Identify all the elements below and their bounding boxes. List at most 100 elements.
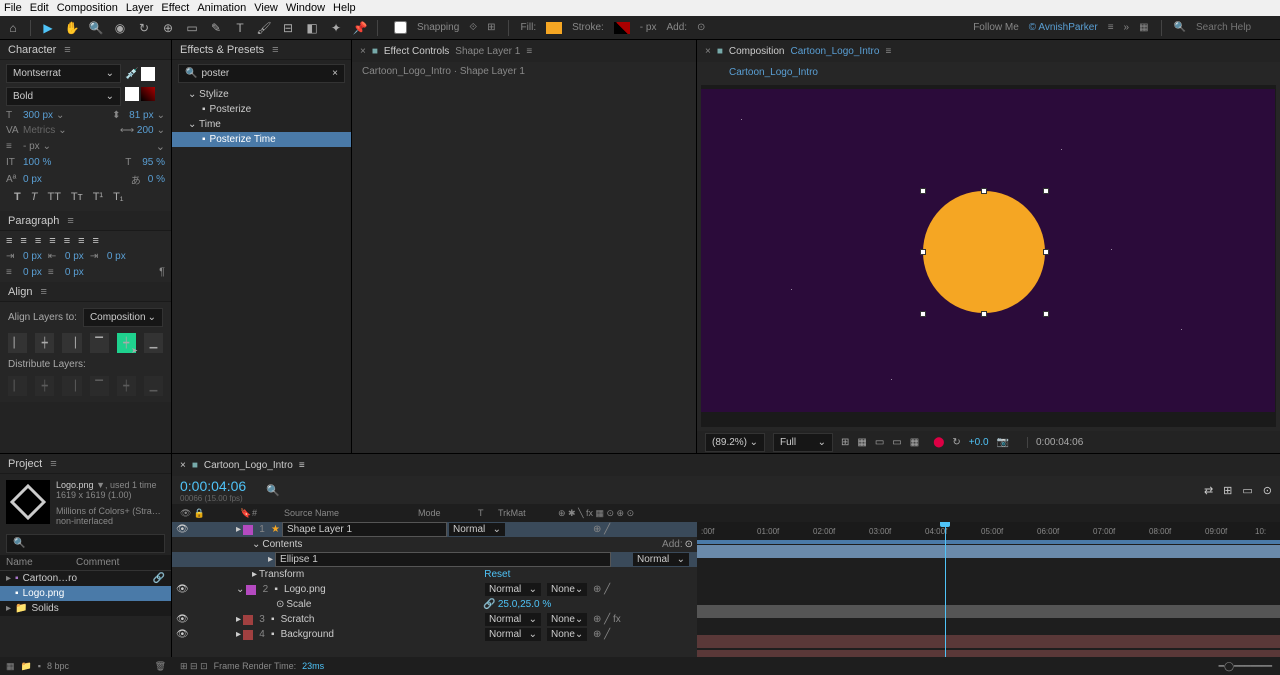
align-bottom-btn[interactable]: ▁ [144,333,163,353]
layer-1-mode[interactable]: Normal⌄ [449,523,505,536]
align-right-btn[interactable]: ▕ [62,333,81,353]
project-item-solids[interactable]: ▸📁Solids [0,601,171,616]
panel-icon[interactable]: ▦ [1139,22,1148,33]
menu-window[interactable]: Window [286,2,325,14]
hand-tool-icon[interactable]: ✋ [63,19,81,37]
text-fill-swatch[interactable] [125,87,139,101]
workspace-menu-icon[interactable]: ≡ [1108,22,1114,33]
leading-field[interactable]: 81 px [129,110,153,121]
layer-2-mode[interactable]: Normal⌄ [485,583,541,596]
layer-1-transform[interactable]: ▸TransformReset [172,567,697,582]
bold-toggle[interactable]: T [14,191,21,203]
menu-effect[interactable]: Effect [161,2,189,14]
stamp-tool-icon[interactable]: ⊟ [279,19,297,37]
indent-left[interactable]: 0 px [23,251,42,262]
layer-1-contents[interactable]: ⌄ContentsAdd:⊙ [172,537,697,552]
snap-icon[interactable]: ⟐ [469,22,477,33]
user-link[interactable]: © AvnishParker [1029,22,1098,33]
tracking-field[interactable]: 200 [137,125,154,136]
sel-handle-tr[interactable] [1043,188,1049,194]
selection-tool-icon[interactable]: ▶ [39,19,57,37]
font-size-field[interactable]: 300 px [23,110,53,121]
search-help-input[interactable] [1196,22,1276,33]
eraser-tool-icon[interactable]: ◧ [303,19,321,37]
composition-tab[interactable]: ×■ Composition Cartoon_Logo_Intro ≡ [697,40,1280,62]
project-item-comp[interactable]: ▸▪Cartoon…ro🔗 [0,571,171,586]
align-left-icon[interactable]: ≡ [6,235,12,247]
delete-icon[interactable]: 🗑 [155,661,166,672]
color-mgmt-icon[interactable]: ⬤ [933,437,944,448]
space-after[interactable]: 0 px [65,267,84,278]
justify-center-icon[interactable]: ≡ [64,235,70,247]
effects-panel-header[interactable]: Effects & Presets≡ [172,40,351,60]
menu-view[interactable]: View [254,2,278,14]
menu-help[interactable]: Help [333,2,356,14]
ellipse-mode[interactable]: Normal⌄ [633,553,689,566]
comp-breadcrumb[interactable]: Cartoon_Logo_Intro [721,64,1280,81]
interpret-icon[interactable]: ▦ [6,661,15,672]
text-stroke-swatch[interactable] [141,87,155,101]
tl-icon-4[interactable]: ⊙ [1263,484,1272,497]
rotate-tool-icon[interactable]: ↻ [135,19,153,37]
anchor-tool-icon[interactable]: ⊕ [159,19,177,37]
menu-animation[interactable]: Animation [197,2,246,14]
orbit-tool-icon[interactable]: ◉ [111,19,129,37]
region-icon[interactable]: ▭ [892,437,901,448]
justify-right-icon[interactable]: ≡ [78,235,84,247]
timeline-search[interactable]: 🔍 [266,484,280,497]
clear-search-icon[interactable]: × [332,68,338,79]
scale-value[interactable]: 25.0,25.0 % [498,599,551,610]
menu-layer[interactable]: Layer [126,2,154,14]
project-search[interactable]: 🔍 [6,534,165,553]
layer-3-mode[interactable]: Normal⌄ [485,613,541,626]
new-comp-icon[interactable]: ▪ [38,661,41,671]
time-ruler[interactable]: :00f01:00f02:00f03:00f04:00f05:00f06:00f… [697,522,1280,540]
align-right-icon[interactable]: ≡ [35,235,41,247]
snap-icon-2[interactable]: ⊞ [487,22,495,33]
menu-edit[interactable]: Edit [30,2,49,14]
pen-tool-icon[interactable]: ✎ [207,19,225,37]
zoom-tool-icon[interactable]: 🔍 [87,19,105,37]
snapshot-icon[interactable]: 📷 [997,437,1009,448]
subscript-toggle[interactable]: T₁ [113,191,123,203]
layer-2-scale[interactable]: ⊙Scale🔗25.0,25.0 % [172,597,697,612]
stroke-width-field[interactable]: - px [23,141,40,152]
toggle-switches-icon[interactable]: ⊞ ⊟ ⊡ [180,661,208,672]
align-left-btn[interactable]: ▏ [8,333,27,353]
home-icon[interactable]: ⌂ [4,19,22,37]
shape-ellipse[interactable] [923,191,1045,313]
sel-handle-bc[interactable] [981,311,987,317]
preview-time[interactable]: 0:00:04:06 [1027,437,1083,448]
project-item-logo[interactable]: ▸▪Logo.png [0,586,171,601]
indent-right[interactable]: 0 px [107,251,126,262]
add-icon[interactable]: ⊙ [685,539,693,550]
effects-cat-time[interactable]: ⌄ Time [172,117,351,132]
align-hcenter-btn[interactable]: ┿ [35,333,54,353]
sel-handle-mr[interactable] [1043,249,1049,255]
effects-cat-stylize[interactable]: ⌄ Stylize [172,87,351,102]
grid-icon[interactable]: ⊞ [841,437,849,448]
baseline-field[interactable]: 0 px [23,174,42,185]
zoom-slider[interactable]: ━◯━━━━━━━ [1219,661,1272,672]
align-panel-header[interactable]: Align≡ [0,282,171,302]
snapping-checkbox[interactable] [394,21,407,34]
text-tool-icon[interactable]: T [231,19,249,37]
reset-exposure-icon[interactable]: ↻ [952,437,960,448]
tl-icon-1[interactable]: ⇄ [1204,484,1213,497]
sel-handle-tl[interactable] [920,188,926,194]
layer-3-trk[interactable]: None⌄ [547,613,587,626]
add-dropdown-icon[interactable]: ⊙ [697,22,705,33]
kerning-field[interactable]: Metrics [23,125,55,136]
sel-handle-br[interactable] [1043,311,1049,317]
justify-all-icon[interactable]: ≡ [93,235,99,247]
effects-search-input[interactable]: 🔍 poster × [178,64,345,83]
layer-2-row[interactable]: 👁⌄ 2 ▪ Logo.png Normal⌄ None⌄ ⊕ ╱ [172,582,697,597]
mask-icon[interactable]: ▭ [875,437,884,448]
transparency-icon[interactable]: ▦ [910,437,919,448]
guides-icon[interactable]: ▦ [857,437,866,448]
current-timecode[interactable]: 0:00:04:06 [180,478,246,494]
stroke-px[interactable]: - px [640,22,657,33]
menu-file[interactable]: File [4,2,22,14]
rect-tool-icon[interactable]: ▭ [183,19,201,37]
align-center-icon[interactable]: ≡ [20,235,26,247]
